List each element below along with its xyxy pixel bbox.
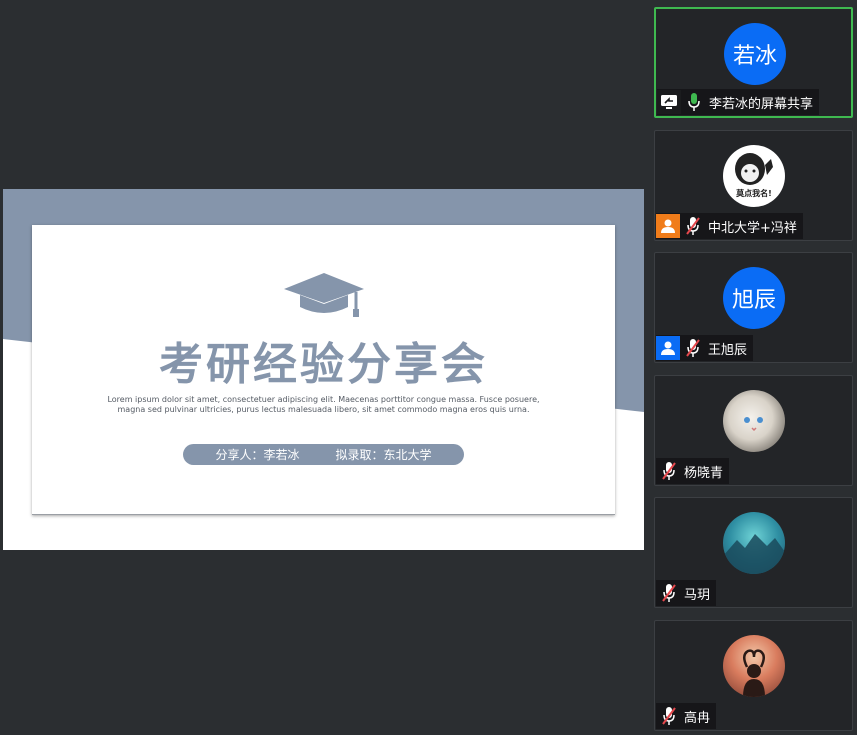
- participant-tile[interactable]: 旭辰 王旭辰: [654, 252, 853, 363]
- admission-label: 拟录取：东北大学: [335, 448, 432, 462]
- user-icon: [656, 336, 680, 360]
- microphone-muted-icon: [658, 582, 680, 604]
- microphone-muted-icon: [682, 337, 704, 359]
- user-icon: [656, 214, 680, 238]
- participant-nameplate: 王旭辰: [656, 335, 754, 361]
- avatar-initials: 旭辰: [731, 288, 776, 313]
- participant-nameplate: 中北大学+冯祥: [656, 213, 803, 239]
- screen-share-icon: [657, 90, 681, 114]
- participant-tile[interactable]: 莫点我名! 中北大学+冯祥: [654, 130, 853, 241]
- shared-screen-area: 考研经验分享会 Lorem ipsum dolor sit amet, cons…: [0, 0, 645, 735]
- participant-name: 马玥: [684, 587, 711, 603]
- participant-tile[interactable]: 杨晓青: [654, 375, 853, 486]
- slide-card: 考研经验分享会 Lorem ipsum dolor sit amet, cons…: [32, 225, 615, 515]
- participant-name: 李若冰的屏幕共享: [709, 96, 814, 112]
- slide-title: 考研经验分享会: [159, 339, 488, 390]
- slide-body-text: Lorem ipsum dolor sit amet, consectetuer…: [92, 395, 555, 415]
- participant-tile[interactable]: 马玥: [654, 497, 853, 608]
- participant-name: 杨晓青: [684, 465, 724, 481]
- slide-body-line-1: Lorem ipsum dolor sit amet, consectetuer…: [107, 395, 540, 404]
- avatar: [723, 390, 785, 452]
- graduation-cap-icon: [284, 273, 364, 317]
- microphone-muted-icon: [658, 705, 680, 727]
- participant-name: 中北大学+冯祥: [708, 220, 797, 236]
- participant-tile[interactable]: 若冰 李若冰的屏幕共享: [654, 7, 853, 118]
- avatar: [723, 635, 785, 697]
- microphone-on-icon: [683, 91, 705, 113]
- presenter-label: 分享人：李若冰: [215, 448, 300, 462]
- participant-tile[interactable]: 高冉: [654, 620, 853, 731]
- participant-panel: 若冰 李若冰的屏幕共享 莫点我名! 中北大学+冯祥 旭辰 王旭辰 杨晓青 马玥 …: [645, 0, 857, 735]
- avatar: [723, 512, 785, 574]
- avatar: 莫点我名!: [723, 145, 785, 207]
- microphone-muted-icon: [658, 460, 680, 482]
- participant-nameplate: 马玥: [656, 580, 717, 606]
- avatar-initials: 若冰: [732, 44, 777, 69]
- presentation-slide: 考研经验分享会 Lorem ipsum dolor sit amet, cons…: [3, 189, 644, 550]
- participant-nameplate: 李若冰的屏幕共享: [657, 89, 820, 115]
- presenter-info-pill: 分享人：李若冰 拟录取：东北大学: [183, 444, 464, 465]
- avatar: 旭辰: [723, 267, 785, 329]
- participant-name: 王旭辰: [708, 342, 748, 358]
- slide-body-line-2: magna sed pulvinar ultricies, purus lect…: [117, 405, 530, 414]
- participant-name: 高冉: [684, 710, 711, 726]
- participant-nameplate: 杨晓青: [656, 458, 730, 484]
- participant-nameplate: 高冉: [656, 703, 717, 729]
- avatar: 若冰: [724, 23, 786, 85]
- microphone-muted-icon: [682, 215, 704, 237]
- avatar-caption: 莫点我名!: [736, 189, 772, 198]
